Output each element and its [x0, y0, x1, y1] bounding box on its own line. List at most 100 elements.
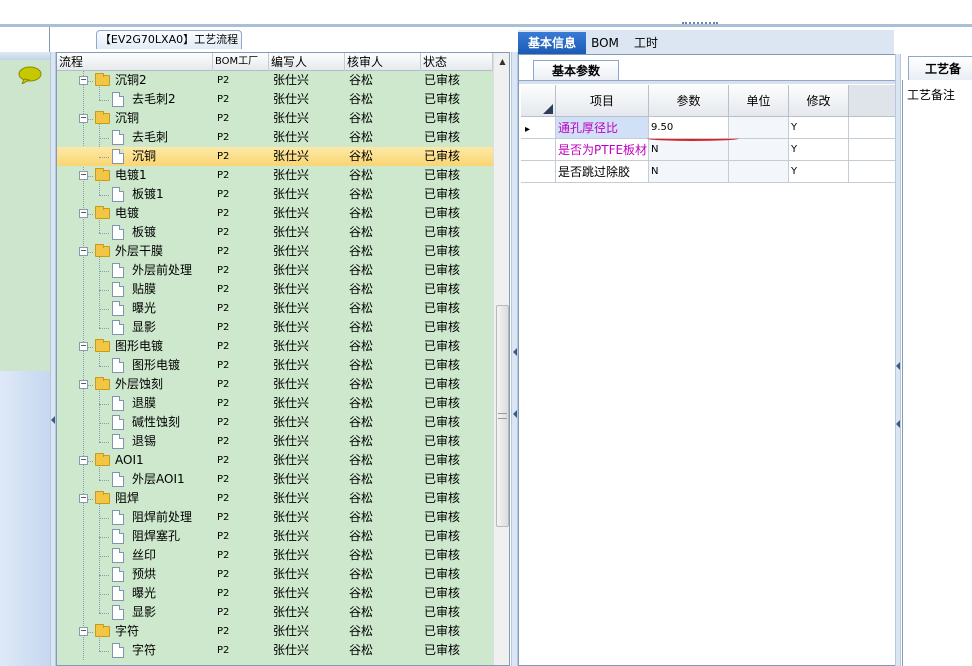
- row-indicator[interactable]: [521, 139, 556, 160]
- param-unit[interactable]: [729, 139, 789, 160]
- right-splitter[interactable]: [895, 54, 901, 666]
- chat-bubble-icon[interactable]: [18, 66, 42, 84]
- tree-row-factory: P2: [217, 132, 230, 143]
- folder-icon: [95, 491, 110, 504]
- tree-col-process[interactable]: 流程: [57, 53, 213, 71]
- tab-process-notes[interactable]: 工艺备: [908, 56, 972, 80]
- row-indicator[interactable]: ▸: [521, 117, 556, 138]
- param-modify[interactable]: Y: [789, 161, 849, 182]
- tree-row[interactable]: 去毛刺 P2 张仕兴 谷松 已审核: [57, 128, 493, 147]
- tab-work-hours[interactable]: 工时: [626, 32, 666, 54]
- tree-row[interactable]: 外层AOI1 P2 张仕兴 谷松 已审核: [57, 470, 493, 489]
- tree-col-factory[interactable]: BOM工厂: [213, 53, 269, 71]
- grid-col-param[interactable]: 参数: [649, 85, 729, 117]
- middle-splitter-arrow-icon[interactable]: [513, 348, 517, 356]
- tree-row[interactable]: 沉铜 P2 张仕兴 谷松 已审核: [57, 147, 493, 166]
- tree-row[interactable]: 板镀1 P2 张仕兴 谷松 已审核: [57, 185, 493, 204]
- tree-row[interactable]: − 电镀1 P2 张仕兴 谷松 已审核: [57, 166, 493, 185]
- tree-row[interactable]: 阻焊前处理 P2 张仕兴 谷松 已审核: [57, 508, 493, 527]
- tree-connector-h: [99, 157, 109, 158]
- tree-row[interactable]: − 沉铜2 P2 张仕兴 谷松 已审核: [57, 71, 493, 90]
- param-value[interactable]: N: [649, 161, 729, 182]
- tree-row[interactable]: 外层前处理 P2 张仕兴 谷松 已审核: [57, 261, 493, 280]
- tree-row[interactable]: 碱性蚀刻 P2 张仕兴 谷松 已审核: [57, 413, 493, 432]
- tree-row[interactable]: 退锡 P2 张仕兴 谷松 已审核: [57, 432, 493, 451]
- left-splitter-arrow-icon[interactable]: [51, 416, 55, 424]
- param-item[interactable]: 是否为PTFE板材: [556, 139, 649, 160]
- tree-row[interactable]: − 阻焊 P2 张仕兴 谷松 已审核: [57, 489, 493, 508]
- param-unit[interactable]: [729, 161, 789, 182]
- tab-basic-params[interactable]: 基本参数: [533, 60, 619, 81]
- param-row[interactable]: 是否跳过除胶 N Y: [521, 161, 896, 183]
- tree-row[interactable]: 贴膜 P2 张仕兴 谷松 已审核: [57, 280, 493, 299]
- param-item[interactable]: 是否跳过除胶: [556, 161, 649, 182]
- tree-row[interactable]: − 电镀 P2 张仕兴 谷松 已审核: [57, 204, 493, 223]
- red-annotation-underline: [647, 136, 739, 141]
- param-item[interactable]: 通孔厚径比: [556, 117, 649, 138]
- tree-row-status: 已审核: [424, 472, 461, 486]
- tree-row[interactable]: 显影 P2 张仕兴 谷松 已审核: [57, 603, 493, 622]
- collapse-toggle-icon[interactable]: −: [79, 494, 88, 503]
- tree-row[interactable]: − 沉铜 P2 张仕兴 谷松 已审核: [57, 109, 493, 128]
- tree-col-writer[interactable]: 编写人: [269, 53, 345, 71]
- param-value[interactable]: N: [649, 139, 729, 160]
- tree-row[interactable]: 去毛刺2 P2 张仕兴 谷松 已审核: [57, 90, 493, 109]
- tree-row-status: 已审核: [424, 567, 461, 581]
- collapse-toggle-icon[interactable]: −: [79, 380, 88, 389]
- middle-splitter-arrow2-icon[interactable]: [513, 410, 517, 418]
- tree-row[interactable]: 退膜 P2 张仕兴 谷松 已审核: [57, 394, 493, 413]
- top-splitter-grip[interactable]: [682, 22, 718, 26]
- tree-col-reviewer[interactable]: 核审人: [345, 53, 421, 71]
- tree-row-process: 字符: [115, 624, 140, 638]
- tree-row[interactable]: 阻焊塞孔 P2 张仕兴 谷松 已审核: [57, 527, 493, 546]
- tree-col-status[interactable]: 状态: [421, 53, 493, 71]
- collapse-toggle-icon[interactable]: −: [79, 342, 88, 351]
- tree-row-status: 已审核: [424, 624, 461, 638]
- right-splitter-arrow2-icon[interactable]: [896, 420, 900, 428]
- tree-row[interactable]: 字符 P2 张仕兴 谷松 已审核: [57, 641, 493, 660]
- tree-connector-h: [99, 138, 109, 139]
- tree-row-writer: 张仕兴: [273, 301, 310, 315]
- tree-row-factory: P2: [217, 94, 230, 105]
- middle-splitter[interactable]: [511, 52, 518, 666]
- tree-row-process: 曝光: [132, 301, 157, 315]
- row-indicator[interactable]: [521, 161, 556, 182]
- tree-row-status: 已审核: [424, 586, 461, 600]
- tree-row[interactable]: 板镀 P2 张仕兴 谷松 已审核: [57, 223, 493, 242]
- tree-scrollbar[interactable]: ▲: [493, 53, 509, 665]
- param-modify[interactable]: Y: [789, 117, 849, 138]
- tree-row[interactable]: 丝印 P2 张仕兴 谷松 已审核: [57, 546, 493, 565]
- tree-row[interactable]: − 外层干膜 P2 张仕兴 谷松 已审核: [57, 242, 493, 261]
- folder-icon: [95, 244, 110, 257]
- tree-row[interactable]: 显影 P2 张仕兴 谷松 已审核: [57, 318, 493, 337]
- param-modify[interactable]: Y: [789, 139, 849, 160]
- tree-row-status: 已审核: [424, 453, 461, 467]
- tree-row[interactable]: 曝光 P2 张仕兴 谷松 已审核: [57, 299, 493, 318]
- collapse-toggle-icon[interactable]: −: [79, 456, 88, 465]
- tree-row[interactable]: − 外层蚀刻 P2 张仕兴 谷松 已审核: [57, 375, 493, 394]
- tree-row[interactable]: 图形电镀 P2 张仕兴 谷松 已审核: [57, 356, 493, 375]
- collapse-toggle-icon[interactable]: −: [79, 171, 88, 180]
- param-row[interactable]: 是否为PTFE板材 N Y: [521, 139, 896, 161]
- param-value[interactable]: 9.50: [649, 117, 729, 138]
- tree-row[interactable]: 预烘 P2 张仕兴 谷松 已审核: [57, 565, 493, 584]
- tree-row[interactable]: − 图形电镀 P2 张仕兴 谷松 已审核: [57, 337, 493, 356]
- grid-col-modify[interactable]: 修改: [789, 85, 849, 117]
- collapse-toggle-icon[interactable]: −: [79, 627, 88, 636]
- tab-basic-info[interactable]: 基本信息: [518, 32, 586, 54]
- tree-row[interactable]: − 字符 P2 张仕兴 谷松 已审核: [57, 622, 493, 641]
- collapse-toggle-icon[interactable]: −: [79, 209, 88, 218]
- tree-row-reviewer: 谷松: [349, 282, 374, 296]
- grid-col-item[interactable]: 项目: [556, 85, 649, 117]
- collapse-toggle-icon[interactable]: −: [79, 76, 88, 85]
- tree-row[interactable]: 曝光 P2 张仕兴 谷松 已审核: [57, 584, 493, 603]
- collapse-toggle-icon[interactable]: −: [79, 247, 88, 256]
- collapse-toggle-icon[interactable]: −: [79, 114, 88, 123]
- tree-row-process: 板镀: [132, 225, 157, 239]
- param-unit[interactable]: [729, 117, 789, 138]
- scroll-up-arrow-icon[interactable]: ▲: [494, 55, 509, 69]
- right-splitter-arrow-icon[interactable]: [896, 362, 900, 370]
- grid-col-unit[interactable]: 单位: [729, 85, 789, 117]
- tree-row[interactable]: − AOI1 P2 张仕兴 谷松 已审核: [57, 451, 493, 470]
- tab-bom[interactable]: BOM: [588, 32, 622, 54]
